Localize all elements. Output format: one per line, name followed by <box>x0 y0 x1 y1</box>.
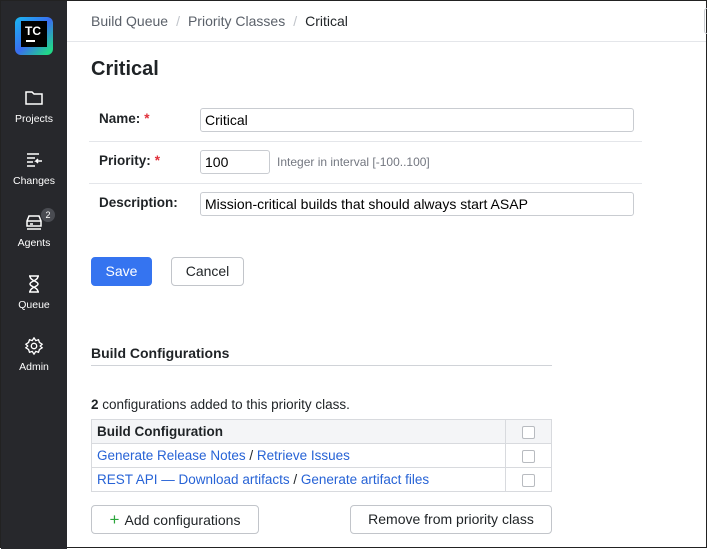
config-link[interactable]: Retrieve Issues <box>257 448 350 463</box>
divider <box>89 141 642 142</box>
sidebar-item-label: Agents <box>17 237 51 249</box>
row-checkbox[interactable] <box>522 449 535 463</box>
row-checkbox[interactable] <box>522 473 535 487</box>
breadcrumb: Build Queue / Priority Classes / Critical <box>91 13 348 29</box>
table-row: Generate Release Notes / Retrieve Issues <box>91 443 552 468</box>
teamcity-logo[interactable]: TC <box>15 17 53 55</box>
name-input[interactable] <box>200 108 634 132</box>
config-link[interactable]: Generate artifact files <box>301 472 429 487</box>
sidebar-item-label: Queue <box>18 299 50 311</box>
breadcrumb-priority-classes[interactable]: Priority Classes <box>188 13 285 29</box>
add-configurations-button[interactable]: + Add configurations <box>91 505 259 534</box>
page-title: Critical <box>91 58 159 80</box>
hourglass-icon <box>29 275 39 293</box>
plus-icon: + <box>109 510 120 529</box>
sidebar-item-label: Changes <box>12 175 56 187</box>
sidebar-item-changes[interactable]: Changes <box>1 151 67 187</box>
save-button[interactable]: Save <box>91 257 152 286</box>
table-header: Build Configuration <box>91 419 552 444</box>
folder-icon <box>25 91 43 105</box>
changes-icon <box>27 153 42 167</box>
remove-from-priority-class-button[interactable]: Remove from priority class <box>350 505 552 534</box>
name-label: Name: * <box>99 111 150 126</box>
select-all-checkbox[interactable] <box>522 425 535 439</box>
sidebar-item-label: Admin <box>19 361 49 373</box>
sidebar: TC Projects Changes 2 Agents Queue Admin <box>1 1 67 549</box>
priority-label: Priority: * <box>99 153 161 168</box>
gear-icon <box>24 337 44 355</box>
section-heading: Build Configurations <box>91 345 230 361</box>
sidebar-item-agents[interactable]: 2 Agents <box>1 208 67 249</box>
priority-hint: Integer in interval [-100..100] <box>277 155 430 169</box>
sidebar-item-admin[interactable]: Admin <box>1 337 67 373</box>
sidebar-item-projects[interactable]: Projects <box>1 89 67 125</box>
table-row: REST API — Download artifacts / Generate… <box>91 467 552 492</box>
agents-badge: 2 <box>41 208 55 222</box>
sidebar-item-label: Projects <box>15 113 53 125</box>
divider <box>91 365 552 366</box>
cancel-button[interactable]: Cancel <box>171 257 244 286</box>
column-header: Build Configuration <box>91 419 506 444</box>
sidebar-item-queue[interactable]: Queue <box>1 275 67 311</box>
description-input[interactable] <box>200 192 634 216</box>
description-label: Description: <box>99 195 178 210</box>
breadcrumb-build-queue[interactable]: Build Queue <box>91 13 168 29</box>
config-table: Build Configuration Generate Release Not… <box>91 419 552 492</box>
breadcrumb-current: Critical <box>305 13 348 29</box>
logo-text: TC <box>25 24 41 38</box>
config-count: 2 configurations added to this priority … <box>91 397 350 412</box>
divider <box>89 183 642 184</box>
priority-input[interactable] <box>200 150 270 174</box>
header-divider <box>67 41 706 42</box>
project-link[interactable]: Generate Release Notes <box>97 448 246 463</box>
project-link[interactable]: REST API — Download artifacts <box>97 472 290 487</box>
